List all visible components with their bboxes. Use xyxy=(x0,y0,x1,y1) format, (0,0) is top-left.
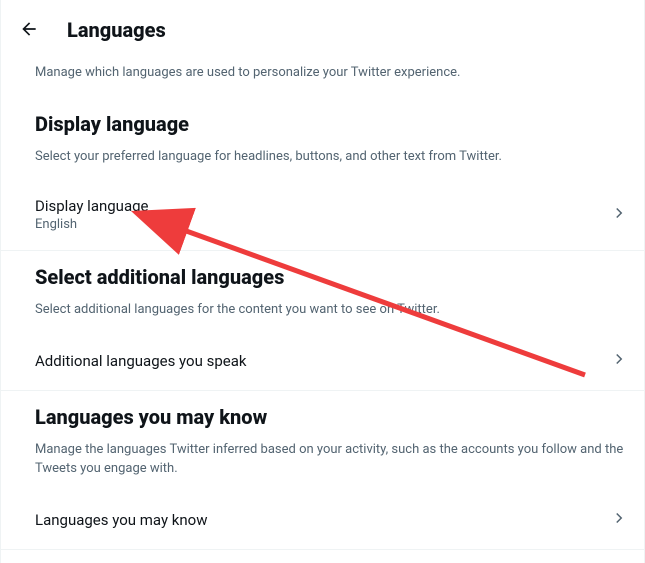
page-intro: Manage which languages are used to perso… xyxy=(1,60,644,98)
additional-languages-row-text: Additional languages you speak xyxy=(35,352,246,370)
display-language-row-text: Display language English xyxy=(35,197,149,232)
additional-languages-heading: Select additional languages xyxy=(1,251,644,293)
display-language-heading: Display language xyxy=(1,98,644,140)
additional-languages-section: Select additional languages Select addit… xyxy=(1,251,644,391)
languages-you-may-know-section: Languages you may know Manage the langua… xyxy=(1,391,644,550)
display-language-row[interactable]: Display language English xyxy=(1,183,644,246)
page-title: Languages xyxy=(67,18,166,42)
languages-you-may-know-row-label: Languages you may know xyxy=(35,511,207,529)
chevron-right-icon xyxy=(610,509,628,531)
languages-you-may-know-row[interactable]: Languages you may know xyxy=(1,495,644,545)
chevron-right-icon xyxy=(610,204,628,226)
display-language-row-value: English xyxy=(35,217,149,232)
additional-languages-row-label: Additional languages you speak xyxy=(35,352,246,370)
display-language-desc: Select your preferred language for headl… xyxy=(1,140,644,183)
display-language-row-label: Display language xyxy=(35,197,149,215)
back-button[interactable] xyxy=(11,12,47,48)
languages-settings-panel: Languages Manage which languages are use… xyxy=(0,0,645,563)
display-language-section: Display language Select your preferred l… xyxy=(1,98,644,251)
panel-header: Languages xyxy=(1,0,644,60)
additional-languages-row[interactable]: Additional languages you speak xyxy=(1,336,644,386)
additional-languages-desc: Select additional languages for the cont… xyxy=(1,293,644,336)
languages-you-may-know-heading: Languages you may know xyxy=(1,391,644,433)
chevron-right-icon xyxy=(610,350,628,372)
languages-you-may-know-row-text: Languages you may know xyxy=(35,511,207,529)
languages-you-may-know-desc: Manage the languages Twitter inferred ba… xyxy=(1,433,644,495)
back-arrow-icon xyxy=(19,19,39,42)
